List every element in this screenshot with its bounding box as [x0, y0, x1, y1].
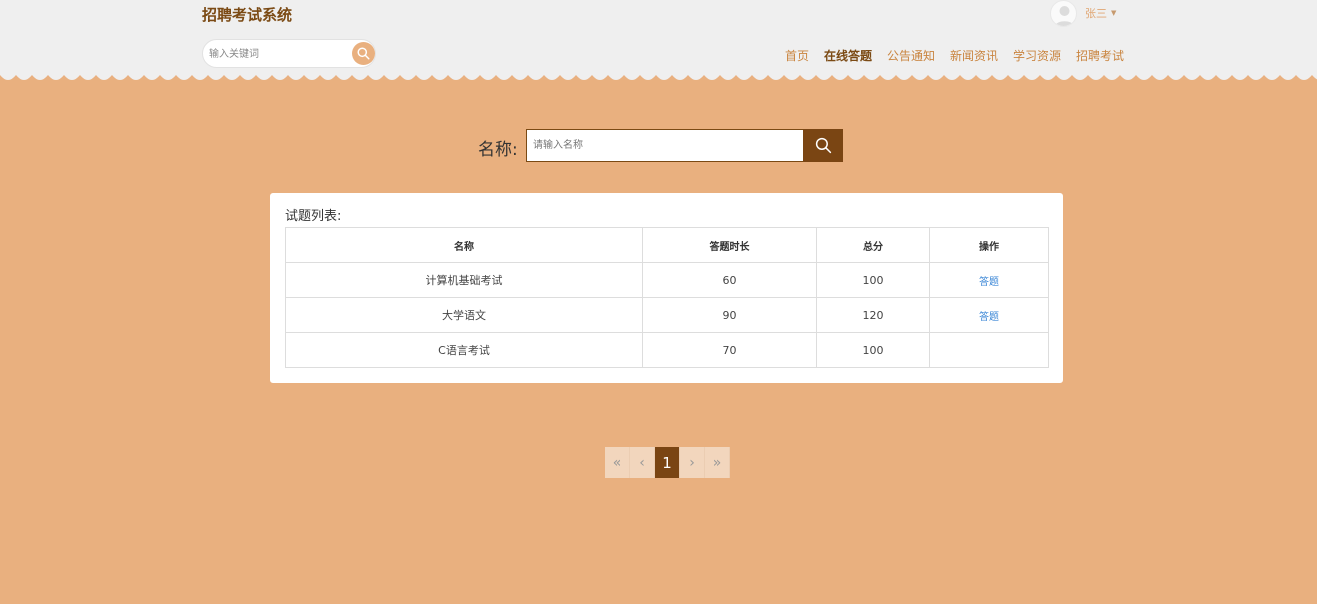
exam-action-cell: 答题: [929, 297, 1049, 333]
exam-list-panel: 试题列表: 名称 答题时长 总分 操作 计算机基础考试 60 100 答题 大学…: [270, 193, 1063, 383]
nav-item-news[interactable]: 新闻资讯: [950, 47, 998, 64]
table-row: C语言考试 70 100: [285, 332, 1049, 368]
name-search-button[interactable]: [803, 129, 843, 162]
user-avatar-icon: [1050, 0, 1077, 27]
search-icon: [815, 137, 831, 154]
site-header: 招聘考试系统 张三 ▼ 首页 在线答题 公告通知 新闻资讯 学习资源 招聘考试: [0, 0, 1317, 78]
name-search-input[interactable]: [526, 129, 804, 162]
exam-duration: 70: [642, 332, 817, 368]
nav-item-learning-resources[interactable]: 学习资源: [1013, 47, 1061, 64]
exam-list-title: 试题列表:: [285, 209, 342, 224]
exam-score: 100: [816, 332, 930, 368]
exam-action-cell: [929, 332, 1049, 368]
exam-score: 100: [816, 262, 930, 298]
user-menu[interactable]: 张三 ▼: [1050, 0, 1117, 27]
table-row: 大学语文 90 120 答题: [285, 297, 1049, 333]
column-header-duration: 答题时长: [642, 227, 817, 263]
answer-link[interactable]: 答题: [979, 312, 999, 323]
pagination-prev-button[interactable]: ‹: [630, 447, 655, 478]
pagination: « ‹ 1 › »: [605, 447, 730, 478]
exam-action-cell: 答题: [929, 262, 1049, 298]
name-search-label: 名称:: [478, 140, 518, 160]
site-title: 招聘考试系统: [202, 6, 293, 24]
pagination-page-1[interactable]: 1: [655, 447, 680, 478]
table-header-row: 名称 答题时长 总分 操作: [285, 227, 1049, 263]
nav-item-online-answer[interactable]: 在线答题: [824, 47, 872, 64]
column-header-action: 操作: [929, 227, 1049, 263]
exam-name: 计算机基础考试: [285, 262, 643, 298]
column-header-name: 名称: [285, 227, 643, 263]
exam-duration: 90: [642, 297, 817, 333]
pagination-first-button[interactable]: «: [605, 447, 630, 478]
main-nav: 首页 在线答题 公告通知 新闻资讯 学习资源 招聘考试: [0, 47, 1317, 65]
answer-link[interactable]: 答题: [979, 277, 999, 288]
exam-name: C语言考试: [285, 332, 643, 368]
caret-down-icon: ▼: [1111, 9, 1117, 17]
user-name: 张三: [1085, 7, 1107, 20]
header-wave-border: [0, 70, 1317, 84]
column-header-score: 总分: [816, 227, 930, 263]
pagination-last-button[interactable]: »: [705, 447, 730, 478]
exam-score: 120: [816, 297, 930, 333]
nav-item-home[interactable]: 首页: [785, 47, 809, 64]
exam-name: 大学语文: [285, 297, 643, 333]
pagination-next-button[interactable]: ›: [680, 447, 705, 478]
exam-duration: 60: [642, 262, 817, 298]
table-row: 计算机基础考试 60 100 答题: [285, 262, 1049, 298]
nav-item-notices[interactable]: 公告通知: [887, 47, 935, 64]
exam-table: 名称 答题时长 总分 操作 计算机基础考试 60 100 答题 大学语文 90 …: [285, 227, 1049, 368]
nav-item-recruitment-exam[interactable]: 招聘考试: [1076, 47, 1124, 64]
